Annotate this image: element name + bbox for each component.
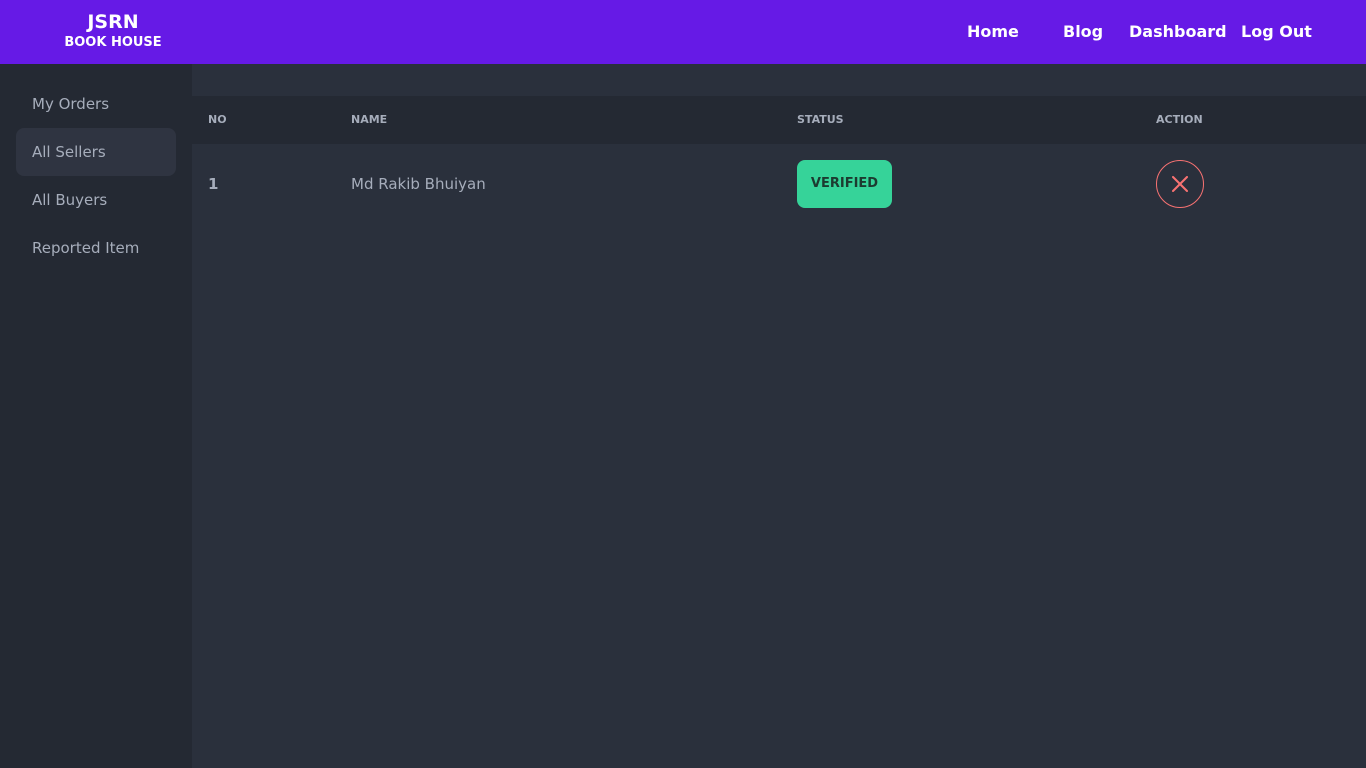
brand-subtitle: BOOK HOUSE [64, 35, 162, 50]
seller-name: Md Rakib Bhuiyan [351, 175, 486, 193]
delete-seller-button[interactable] [1156, 160, 1204, 208]
column-header-name: NAME [351, 113, 388, 126]
close-icon [1172, 176, 1188, 192]
sidebar-item-my-orders[interactable]: My Orders [16, 80, 176, 128]
brand-title: JSRN [87, 11, 139, 33]
sidebar-item-all-buyers[interactable]: All Buyers [16, 176, 176, 224]
column-header-action: ACTION [1156, 113, 1203, 126]
nav-home-link[interactable]: Home [967, 20, 1019, 44]
top-navbar: JSRN BOOK HOUSE Home Blog Dashboard Log … [0, 0, 1366, 64]
sidebar: My Orders All Sellers All Buyers Reporte… [0, 64, 192, 768]
brand-logo[interactable]: JSRN BOOK HOUSE [28, 10, 198, 51]
sidebar-item-reported-item[interactable]: Reported Item [16, 224, 176, 272]
nav-dashboard-link[interactable]: Dashboard [1129, 20, 1227, 44]
nav-logout-link[interactable]: Log Out [1241, 20, 1312, 44]
row-number: 1 [208, 175, 219, 193]
verified-status-button[interactable]: VERIFIED [797, 160, 892, 208]
sidebar-item-all-sellers[interactable]: All Sellers [16, 128, 176, 176]
table-header: NO NAME STATUS ACTION [192, 96, 1366, 144]
column-header-status: STATUS [797, 113, 844, 126]
main-content: NO NAME STATUS ACTION 1 Md Rakib Bhuiyan… [192, 64, 1366, 768]
column-header-no: NO [208, 113, 227, 126]
table-row: 1 Md Rakib Bhuiyan VERIFIED [192, 144, 1366, 224]
nav-blog-link[interactable]: Blog [1063, 20, 1103, 44]
